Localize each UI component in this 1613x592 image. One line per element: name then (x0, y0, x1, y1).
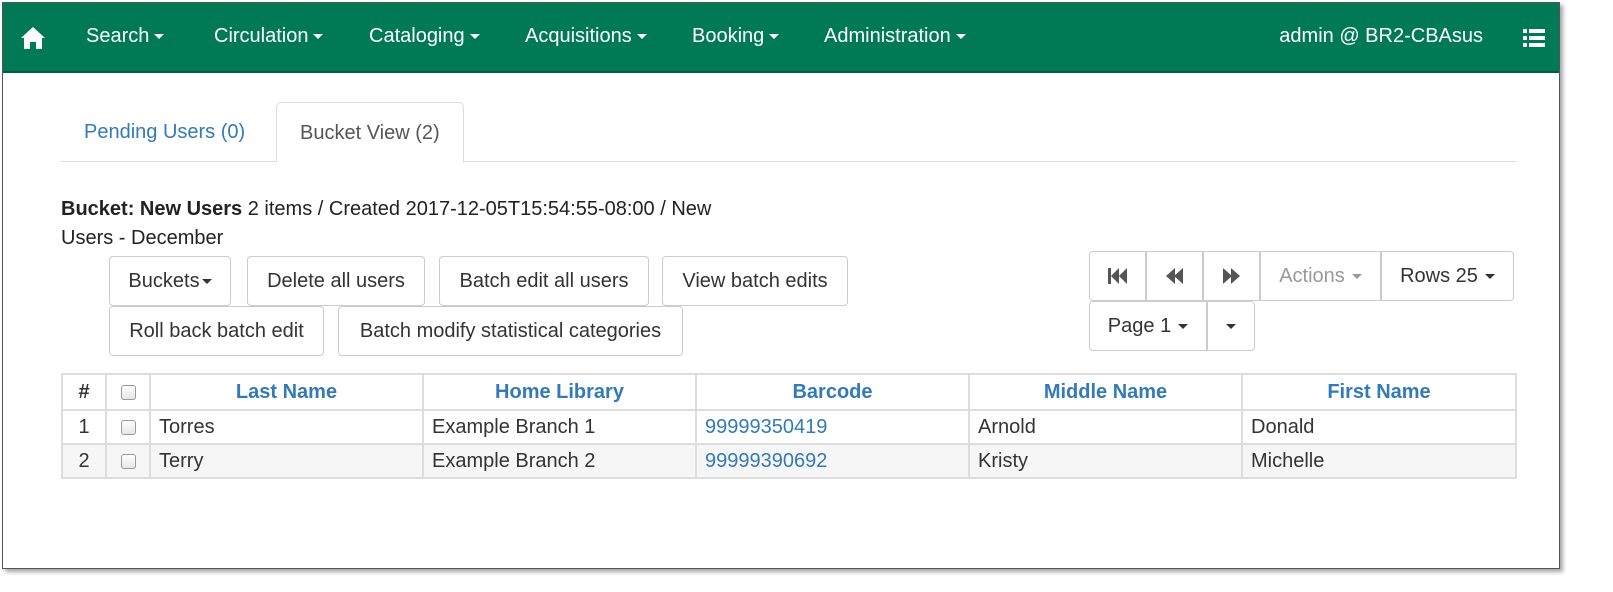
caret-down-icon (154, 34, 165, 40)
row-checkbox[interactable] (120, 419, 136, 435)
barcode-link[interactable]: 99999390692 (705, 450, 827, 472)
first-page-icon (1107, 268, 1127, 284)
caret-down-icon (201, 278, 212, 284)
next-page-icon (1222, 268, 1240, 284)
cell-middle-name: Arnold (968, 409, 1243, 445)
table-row: 2 Terry Example Branch 2 99999390692 Kri… (61, 443, 1517, 479)
home-icon[interactable] (20, 25, 46, 51)
bucket-summary: Bucket: New Users 2 items / Created 2017… (61, 195, 751, 253)
column-header-last-name[interactable]: Last Name (149, 373, 424, 411)
row-checkbox[interactable] (120, 453, 136, 469)
caret-down-icon (1484, 273, 1495, 279)
caret-down-icon (1226, 323, 1236, 329)
row-number: 1 (61, 409, 107, 445)
tab-pending-users[interactable]: Pending Users (0) (61, 102, 268, 162)
row-select-cell (105, 443, 151, 479)
delete-all-users-button[interactable]: Delete all users (247, 256, 425, 306)
table-row: 1 Torres Example Branch 1 99999350419 Ar… (61, 409, 1517, 445)
caret-down-icon (955, 34, 966, 40)
nav-booking[interactable]: Booking (692, 25, 780, 48)
column-header-select-all (105, 373, 151, 411)
nav-circulation[interactable]: Circulation (214, 25, 324, 48)
view-batch-edits-button[interactable]: View batch edits (662, 256, 848, 306)
buckets-dropdown[interactable]: Buckets (109, 256, 231, 306)
cell-barcode: 99999350419 (695, 409, 970, 445)
caret-down-icon (313, 34, 324, 40)
app-window: Search Circulation Cataloging Acquisitio… (2, 2, 1560, 569)
previous-page-button[interactable] (1146, 251, 1203, 301)
cell-last-name: Terry (149, 443, 424, 479)
cell-last-name: Torres (149, 409, 424, 445)
list-icon[interactable] (1523, 28, 1545, 48)
column-header-number: # (61, 373, 107, 411)
nav-search[interactable]: Search (86, 25, 165, 48)
row-select-cell (105, 409, 151, 445)
tab-bucket-view[interactable]: Bucket View (2) (276, 102, 464, 163)
cell-barcode: 99999390692 (695, 443, 970, 479)
nav-administration[interactable]: Administration (824, 25, 966, 48)
column-header-barcode[interactable]: Barcode (695, 373, 970, 411)
caret-down-icon (1178, 323, 1189, 329)
caret-down-icon (469, 34, 480, 40)
roll-back-batch-edit-button[interactable]: Roll back batch edit (109, 306, 324, 356)
cell-home-library: Example Branch 1 (422, 409, 697, 445)
column-header-middle-name[interactable]: Middle Name (968, 373, 1243, 411)
cell-first-name: Michelle (1241, 443, 1517, 479)
first-page-button[interactable] (1089, 251, 1146, 301)
page-options-dropdown[interactable] (1207, 301, 1255, 351)
column-header-home-library[interactable]: Home Library (422, 373, 697, 411)
table-header-row: # Last Name Home Library Barcode Middle … (61, 373, 1517, 411)
cell-middle-name: Kristy (968, 443, 1243, 479)
row-number: 2 (61, 443, 107, 479)
column-header-first-name[interactable]: First Name (1241, 373, 1517, 411)
caret-down-icon (636, 34, 647, 40)
top-navbar: Search Circulation Cataloging Acquisitio… (3, 3, 1559, 73)
next-page-button[interactable] (1203, 251, 1260, 301)
cell-home-library: Example Branch 2 (422, 443, 697, 479)
select-all-checkbox[interactable] (120, 384, 136, 400)
caret-down-icon (769, 34, 780, 40)
caret-down-icon (1351, 273, 1362, 279)
users-grid: # Last Name Home Library Barcode Middle … (61, 373, 1517, 479)
cell-first-name: Donald (1241, 409, 1517, 445)
user-menu[interactable]: admin @ BR2-CBAsus (1279, 25, 1483, 48)
nav-cataloging[interactable]: Cataloging (369, 25, 480, 48)
bucket-title: Bucket: New Users (61, 198, 243, 220)
actions-dropdown[interactable]: Actions (1260, 251, 1381, 301)
batch-edit-all-users-button[interactable]: Batch edit all users (439, 256, 649, 306)
rows-per-page-dropdown[interactable]: Rows 25 (1381, 251, 1514, 301)
page-selector-dropdown[interactable]: Page 1 (1089, 301, 1207, 351)
nav-acquisitions[interactable]: Acquisitions (525, 25, 647, 48)
previous-page-icon (1165, 268, 1183, 284)
barcode-link[interactable]: 99999350419 (705, 416, 827, 438)
batch-modify-statcats-button[interactable]: Batch modify statistical categories (338, 306, 683, 356)
